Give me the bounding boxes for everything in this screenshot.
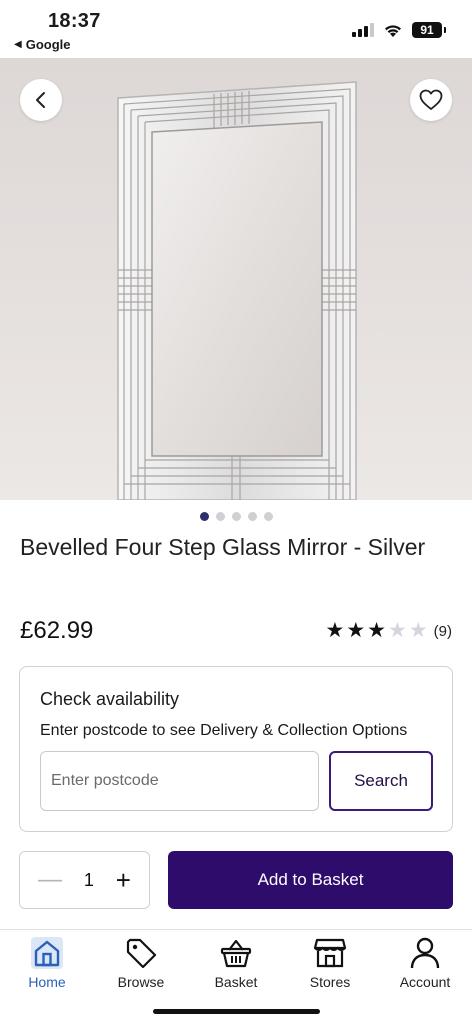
- chevron-left-icon: [36, 92, 45, 108]
- favourite-button[interactable]: [410, 79, 452, 121]
- tab-basket[interactable]: Basket: [196, 936, 276, 990]
- tab-browse[interactable]: Browse: [101, 936, 181, 990]
- carousel-dot[interactable]: [215, 512, 225, 521]
- tab-home-label: Home: [28, 974, 66, 990]
- basket-icon: [220, 939, 252, 968]
- product-image-carousel[interactable]: [0, 58, 472, 500]
- battery-icon: 91: [412, 22, 446, 38]
- postcode-input[interactable]: [40, 751, 319, 811]
- tab-account[interactable]: Account: [385, 936, 465, 990]
- increase-quantity-button[interactable]: +: [116, 867, 131, 893]
- star-empty-icon: ★: [388, 619, 407, 642]
- heart-icon: [419, 89, 443, 110]
- tab-basket-label: Basket: [214, 974, 258, 990]
- store-icon: [313, 938, 347, 968]
- check-availability-card: Check availability Enter postcode to see…: [19, 666, 453, 832]
- product-price: £62.99: [20, 617, 94, 644]
- decrease-quantity-button[interactable]: —: [38, 868, 62, 892]
- product-image-mirror: [117, 81, 357, 500]
- tab-browse-label: Browse: [117, 974, 165, 990]
- carousel-dot[interactable]: [263, 512, 273, 521]
- star-filled-icon: ★: [325, 619, 345, 642]
- home-indicator: [153, 1009, 320, 1014]
- product-rating[interactable]: ★ ★ ★ ★ ★ (9): [326, 620, 452, 642]
- status-indicators: 91: [352, 22, 446, 38]
- back-to-app-link[interactable]: ◀ Google: [14, 37, 70, 52]
- home-icon: [31, 937, 63, 969]
- wifi-icon: [385, 24, 401, 37]
- add-to-basket-button[interactable]: Add to Basket: [168, 851, 453, 909]
- check-availability-subtitle: Enter postcode to see Delivery & Collect…: [40, 722, 408, 739]
- review-count: (9): [433, 622, 452, 640]
- product-title: Bevelled Four Step Glass Mirror - Silver: [20, 534, 426, 560]
- postcode-search-button[interactable]: Search: [329, 751, 433, 811]
- carousel-dot[interactable]: [231, 512, 241, 521]
- back-triangle-icon: ◀: [14, 39, 22, 50]
- check-availability-title: Check availability: [40, 689, 180, 709]
- carousel-dot[interactable]: [199, 512, 209, 521]
- star-filled-icon: ★: [367, 619, 386, 642]
- tab-account-label: Account: [399, 974, 451, 990]
- tag-icon: [126, 938, 157, 969]
- carousel-dots[interactable]: [0, 512, 472, 521]
- quantity-stepper: — 1 +: [19, 851, 150, 909]
- tab-home[interactable]: Home: [7, 936, 87, 990]
- status-time: 18:37: [48, 10, 101, 32]
- tab-stores-label: Stores: [309, 974, 351, 990]
- account-icon: [410, 937, 440, 969]
- quantity-value: 1: [83, 869, 94, 890]
- star-empty-icon: ★: [408, 619, 428, 642]
- status-bar: 18:37 ◀ Google 91: [0, 0, 472, 58]
- cellular-signal-icon: [352, 23, 374, 37]
- carousel-dot[interactable]: [247, 512, 257, 521]
- back-button[interactable]: [20, 79, 62, 121]
- back-to-app-label: Google: [25, 37, 71, 52]
- star-filled-icon: ★: [346, 619, 366, 642]
- tab-stores[interactable]: Stores: [290, 936, 370, 990]
